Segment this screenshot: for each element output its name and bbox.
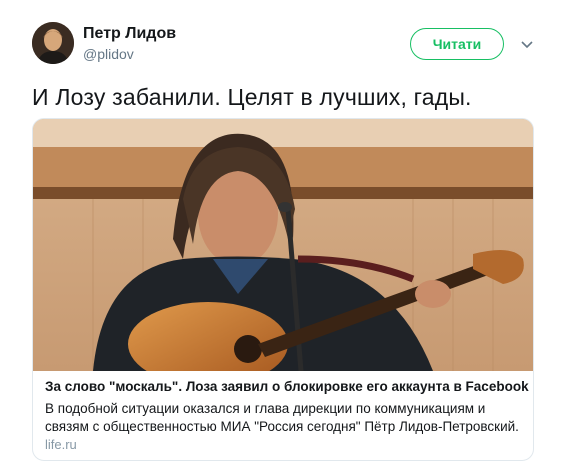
avatar[interactable]: [32, 22, 74, 64]
card-description: В подобной ситуации оказался и глава дир…: [45, 401, 519, 434]
chevron-down-icon[interactable]: [518, 36, 536, 54]
tweet: Петр Лидов @plidov Читати И Лозу забанил…: [0, 0, 565, 461]
avatar-image: [32, 22, 74, 64]
tweet-text: И Лозу забанили. Целят в лучших, гады.: [32, 84, 472, 110]
author-name[interactable]: Петр Лидов: [83, 25, 176, 43]
link-card[interactable]: За слово "москаль". Лоза заявил о блокир…: [32, 118, 534, 461]
card-domain: life.ru: [45, 437, 77, 452]
follow-button[interactable]: Читати: [410, 28, 504, 60]
card-title[interactable]: За слово "москаль". Лоза заявил о блокир…: [45, 379, 529, 394]
card-image: [33, 119, 533, 371]
author-handle[interactable]: @plidov: [83, 46, 134, 62]
